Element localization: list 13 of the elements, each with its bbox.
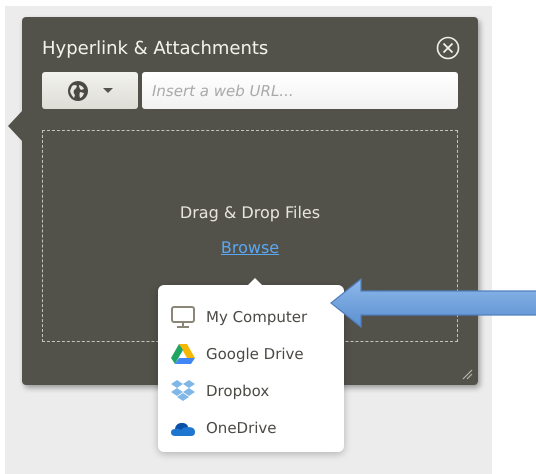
menu-item[interactable]: OneDrive xyxy=(158,409,344,446)
url-input-field[interactable]: Insert a web URL... xyxy=(142,72,458,109)
menu-item[interactable]: Dropbox xyxy=(158,372,344,409)
drive-triangle-icon xyxy=(170,342,196,366)
dialog-title: Hyperlink & Attachments xyxy=(42,38,268,58)
link-type-dropdown[interactable] xyxy=(42,72,138,109)
drop-files-label: Drag & Drop Files xyxy=(180,203,320,222)
globe-icon xyxy=(67,80,89,102)
caret-icon xyxy=(103,88,113,94)
resize-grip-icon[interactable] xyxy=(461,368,473,380)
open-box-icon xyxy=(170,378,196,402)
close-icon[interactable] xyxy=(436,36,460,60)
monitor-icon xyxy=(170,304,196,328)
